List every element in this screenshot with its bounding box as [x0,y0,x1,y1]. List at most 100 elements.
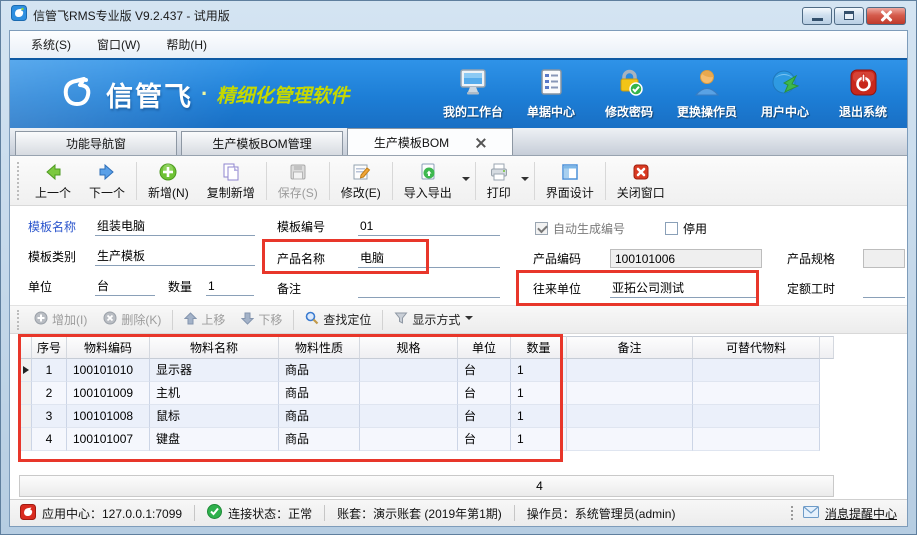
window-title: 信管飞RMS专业版 V9.2.437 - 试用版 [33,7,802,24]
maximize-icon [844,11,854,20]
template-name-field[interactable]: 组装电脑 [95,218,255,236]
arrow-down-icon [241,312,254,328]
tab-function-nav[interactable]: 功能导航窗 [15,131,177,155]
grid-move-down-button[interactable]: 下移 [233,311,290,328]
status-bar: 应用中心：127.0.0.1:7099 连接状态：正常 账套：演示账套 (201… [10,499,907,526]
print-button[interactable]: 打印 [478,159,520,203]
tab-bom-management[interactable]: 生产模板BOM管理 [181,131,343,155]
product-spec-label: 产品规格 [787,250,835,268]
tab-close-icon[interactable] [475,137,486,148]
close-window-button[interactable]: 关闭窗口 [608,159,674,203]
import-export-button[interactable]: 导入导出 [395,159,461,203]
grid-view-mode-button[interactable]: 显示方式 [386,311,484,328]
total-qty: 4 [512,476,567,496]
header-stub [820,336,834,359]
close-button[interactable] [866,7,906,25]
minimize-button[interactable] [802,7,832,25]
previous-button[interactable]: 上一个 [26,159,80,203]
qty-field[interactable]: 1 [206,278,254,296]
template-type-field[interactable]: 生产模板 [95,248,255,266]
header-alt[interactable]: 可替代物料 [693,336,820,359]
grid-find-button[interactable]: 查找定位 [297,311,379,328]
bom-grid: 序号 物料编码 物料名称 物料性质 规格 单位 数量 备注 可替代物料 1 10… [10,334,907,499]
tab-bom-active[interactable]: 生产模板BOM [347,128,513,155]
product-name-field[interactable]: 电脑 [358,250,500,268]
switch-operator-button[interactable]: 更换操作员 [671,66,743,122]
add-circle-icon [34,311,48,328]
header-unit[interactable]: 单位 [458,336,511,359]
brand-logo: 信管飞 · 精细化管理软件 [58,73,349,116]
add-icon [158,162,178,182]
table-row[interactable]: 4 100101007 键盘 商品 台 1 [19,428,834,451]
print-dropdown-icon[interactable] [521,177,529,185]
maximize-button[interactable] [834,7,864,25]
next-button[interactable]: 下一个 [80,159,134,203]
main-toolbar: 上一个 下一个 新增(N) 复制新增 保存(S) [10,156,907,206]
product-code-field[interactable]: 100101006 [610,249,762,268]
modify-button[interactable]: 修改(E) [332,159,390,203]
change-password-button[interactable]: 修改密码 [593,66,665,122]
search-icon [305,311,319,328]
brand-slogan: 精细化管理软件 [216,81,349,108]
header-spec[interactable]: 规格 [360,336,458,359]
import-export-dropdown-icon[interactable] [462,177,470,185]
ui-design-icon [560,162,580,182]
grid-move-up-button[interactable]: 上移 [176,311,233,328]
brand-separator: · [201,81,208,107]
delete-circle-icon [103,311,117,328]
save-icon [288,162,308,182]
document-center-button[interactable]: 单据中心 [515,66,587,122]
product-name-label: 产品名称 [277,250,325,268]
header-seq[interactable]: 序号 [32,336,67,359]
message-center-link[interactable]: 消息提醒中心 [803,505,897,522]
tab-strip: 功能导航窗 生产模板BOM管理 生产模板BOM [10,128,907,156]
menu-window[interactable]: 窗口(W) [84,31,153,58]
table-row[interactable]: 2 100101009 主机 商品 台 1 [19,382,834,405]
unit-field[interactable]: 台 [95,278,155,296]
user-center-button[interactable]: 用户中心 [749,66,821,122]
header-remark[interactable]: 备注 [567,336,693,359]
auto-number-checkbox[interactable]: 自动生成编号 [535,219,625,237]
check-circle-icon [207,504,222,522]
quota-hours-field[interactable] [863,280,905,298]
banner: 信管飞 · 精细化管理软件 我的工作台 单据中心 修改密码 [10,58,907,128]
monitor-icon [458,68,488,102]
lock-icon [614,68,644,102]
header-code[interactable]: 物料编码 [67,336,150,359]
remark-field[interactable] [358,280,500,298]
product-spec-field[interactable] [863,249,905,268]
save-button[interactable]: 保存(S) [269,159,327,203]
status-logo-icon [20,504,36,523]
header-qty[interactable]: 数量 [511,336,567,359]
grid-delete-button[interactable]: 删除(K) [95,311,169,328]
partner-field[interactable]: 亚拓公司测试 [610,280,756,298]
table-summary-bar: 4 [19,475,834,497]
menu-help[interactable]: 帮助(H) [153,31,220,58]
table-row[interactable]: 1 100101010 显示器 商品 台 1 [19,359,834,382]
envelope-icon [803,506,819,521]
import-export-icon [418,162,438,182]
table-row[interactable]: 3 100101008 鼠标 商品 台 1 [19,405,834,428]
add-new-button[interactable]: 新增(N) [139,159,198,203]
workbench-button[interactable]: 我的工作台 [437,66,509,122]
menu-system[interactable]: 系统(S) [18,31,84,58]
current-row-pointer-icon [23,366,29,374]
operator-status: 操作员：系统管理员(admin) [527,505,676,522]
edit-icon [351,162,371,182]
template-type-label: 模板类别 [28,248,76,266]
globe-icon [770,68,800,102]
ui-design-button[interactable]: 界面设计 [537,159,603,203]
header-nature[interactable]: 物料性质 [279,336,360,359]
header-name[interactable]: 物料名称 [150,336,279,359]
minimize-icon [812,18,823,21]
grid-add-button[interactable]: 增加(I) [26,311,95,328]
close-icon [880,10,892,22]
stop-use-checkbox[interactable]: 停用 [665,219,707,237]
exit-system-button[interactable]: 退出系统 [827,66,899,122]
documents-icon [536,68,566,102]
bom-form: 模板名称 组装电脑 模板编号 01 自动生成编号 停用 模板类别 生产模板 产品… [10,206,907,305]
copy-new-button[interactable]: 复制新增 [198,159,264,203]
app-window: 信管飞RMS专业版 V9.2.437 - 试用版 系统(S) 窗口(W) 帮助(… [0,0,917,535]
checkbox-checked-icon [535,222,548,235]
template-no-field[interactable]: 01 [358,218,500,236]
